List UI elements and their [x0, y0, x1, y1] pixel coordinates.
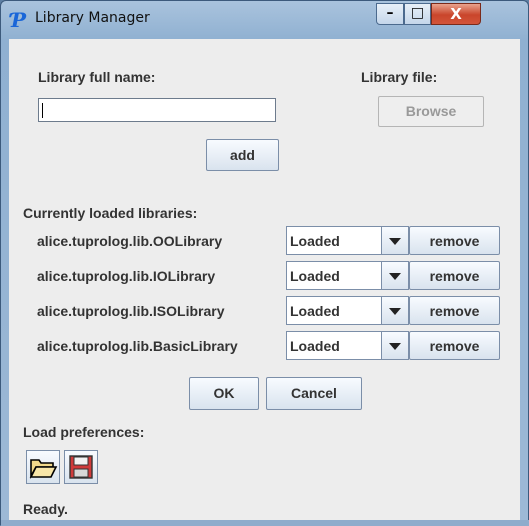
library-name-text: alice.tuprolog.lib.ISOLibrary — [37, 303, 225, 319]
folder-open-icon — [29, 459, 58, 480]
library-status-dropdown[interactable]: Loaded — [286, 261, 409, 290]
dropdown-arrow-icon[interactable] — [381, 332, 408, 359]
load-preferences-label: Load preferences: — [23, 424, 145, 440]
window-frame: Ƥ Library Manager – □ X Library full nam… — [0, 0, 529, 526]
library-status-value: Loaded — [290, 268, 340, 284]
library-file-label: Library file: — [361, 69, 438, 85]
library-name-input[interactable] — [38, 98, 276, 122]
remove-library-button[interactable]: remove — [409, 296, 500, 325]
dialog-content: Library full name: Library file: Browse … — [9, 39, 520, 520]
maximize-icon: □ — [410, 5, 425, 21]
maximize-button[interactable]: □ — [404, 3, 431, 25]
browse-button[interactable]: Browse — [378, 96, 484, 127]
close-icon: X — [450, 5, 462, 23]
window-title: Library Manager — [35, 10, 150, 26]
text-caret — [42, 103, 43, 118]
library-status-value: Loaded — [290, 303, 340, 319]
library-status-value: Loaded — [290, 233, 340, 249]
library-status-dropdown[interactable]: Loaded — [286, 226, 409, 255]
minimize-icon: – — [386, 5, 394, 21]
library-name-text: alice.tuprolog.lib.BasicLibrary — [37, 338, 238, 354]
dropdown-arrow-icon[interactable] — [381, 227, 408, 254]
remove-library-button[interactable]: remove — [409, 261, 500, 290]
add-button[interactable]: add — [206, 139, 279, 171]
save-preferences-button[interactable] — [64, 450, 98, 484]
remove-library-button[interactable]: remove — [409, 331, 500, 360]
ok-button[interactable]: OK — [189, 377, 259, 410]
dropdown-arrow-icon[interactable] — [381, 297, 408, 324]
library-name-label: Library full name: — [38, 69, 156, 85]
library-status-value: Loaded — [290, 338, 340, 354]
library-name-text: alice.tuprolog.lib.OOLibrary — [37, 233, 223, 249]
open-preferences-button[interactable] — [26, 450, 60, 484]
close-button[interactable]: X — [431, 3, 481, 25]
minimize-button[interactable]: – — [376, 3, 404, 25]
remove-library-button[interactable]: remove — [409, 226, 500, 255]
status-text: Ready. — [23, 501, 68, 517]
floppy-disk-icon — [69, 455, 93, 479]
library-status-dropdown[interactable]: Loaded — [286, 331, 409, 360]
title-bar[interactable]: Ƥ Library Manager – □ X — [1, 1, 528, 39]
dropdown-arrow-icon[interactable] — [381, 262, 408, 289]
window-bottom-border — [1, 520, 529, 526]
tuprolog-app-icon: Ƥ — [11, 8, 27, 32]
loaded-libraries-header: Currently loaded libraries: — [23, 205, 198, 221]
cancel-button[interactable]: Cancel — [266, 377, 362, 410]
library-name-text: alice.tuprolog.lib.IOLibrary — [37, 268, 216, 284]
library-status-dropdown[interactable]: Loaded — [286, 296, 409, 325]
